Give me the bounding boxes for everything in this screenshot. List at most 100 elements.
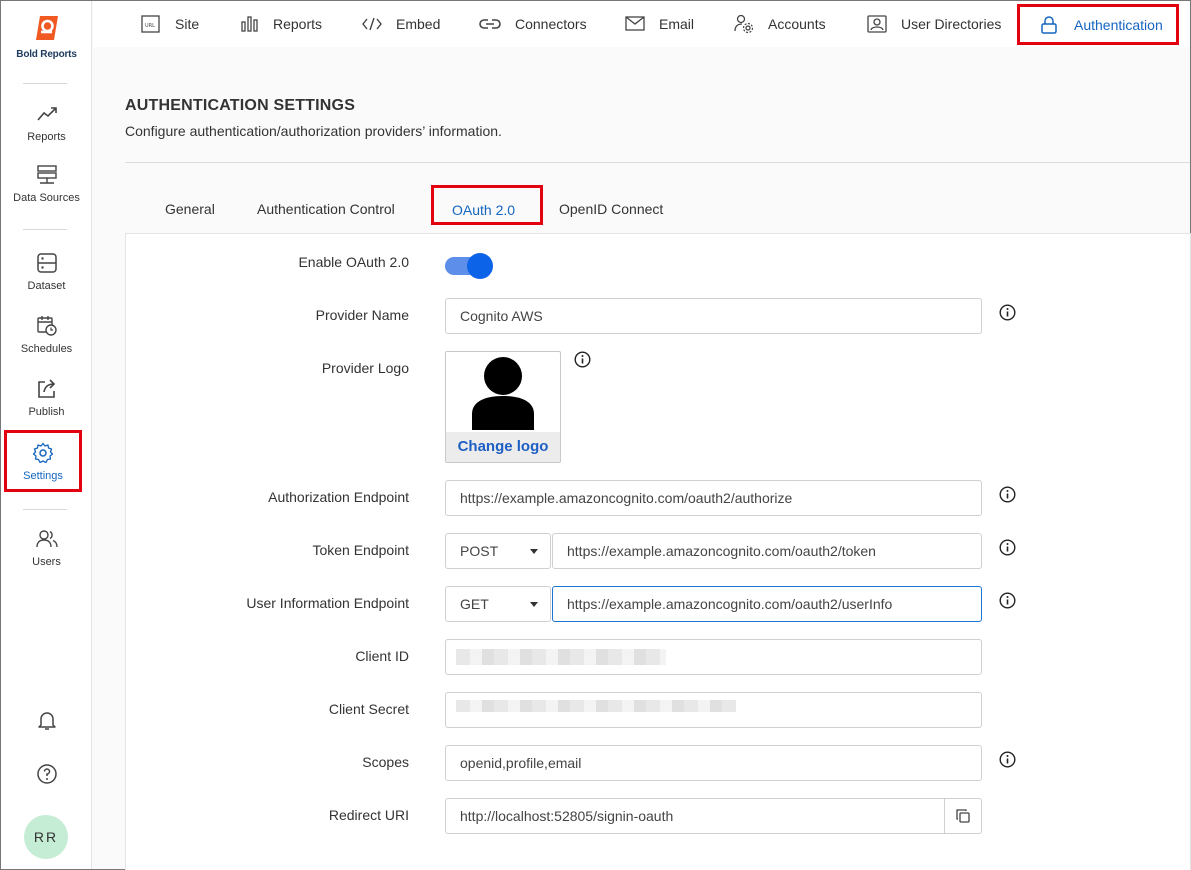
sidebar-item-dataset[interactable]: Dataset: [1, 252, 92, 310]
code-icon: [362, 17, 382, 31]
header-divider: [125, 162, 1190, 163]
change-logo-button[interactable]: Change logo: [446, 432, 560, 462]
bar-chart-icon: [241, 16, 258, 32]
top-nav: URL Site Reports Embed Connectors Email …: [93, 1, 1190, 47]
nav-label: Reports: [273, 16, 323, 32]
notifications-button[interactable]: [1, 709, 92, 733]
sidebar-item-users[interactable]: Users: [1, 528, 92, 586]
nav-label: Connectors: [515, 16, 587, 32]
client-secret-label: Client Secret: [328, 701, 409, 717]
share-icon: [37, 379, 55, 398]
bell-icon: [37, 712, 56, 730]
nav-authentication[interactable]: Authentication: [1017, 4, 1179, 45]
sidebar-divider: [23, 509, 67, 510]
sidebar-divider: [23, 229, 67, 230]
mail-icon: [625, 16, 645, 31]
authorization-endpoint-input[interactable]: https://example.amazoncognito.com/oauth2…: [445, 480, 982, 516]
sidebar-item-label: Schedules: [20, 343, 73, 355]
sidebar-item-schedules[interactable]: Schedules: [1, 315, 92, 373]
page-subtitle: Configure authentication/authorization p…: [125, 123, 502, 139]
svg-text:URL: URL: [145, 23, 155, 29]
scopes-input[interactable]: openid,profile,email: [445, 745, 982, 781]
userinfo-method-select[interactable]: GET: [445, 586, 551, 622]
provider-name-label: Provider Name: [315, 307, 409, 323]
help-icon: [36, 764, 57, 784]
token-method-value: POST: [460, 543, 499, 559]
provider-name-input[interactable]: Cognito AWS: [445, 298, 982, 334]
nav-label: Site: [175, 16, 200, 32]
userinfo-method-value: GET: [460, 596, 489, 612]
trending-up-icon: [36, 107, 57, 121]
tab-authentication-control[interactable]: Authentication Control: [257, 201, 395, 217]
enable-oauth-toggle[interactable]: [445, 253, 495, 279]
users-icon: [35, 530, 58, 548]
brand-name: Bold Reports: [16, 49, 77, 60]
nav-accounts[interactable]: Accounts: [734, 1, 826, 47]
tab-oauth2[interactable]: OAuth 2.0: [431, 185, 543, 225]
nav-connectors[interactable]: Connectors: [479, 1, 587, 47]
nav-label: User Directories: [901, 16, 1002, 32]
redirect-uri-label: Redirect URI: [328, 807, 409, 823]
sidebar-item-label: Users: [32, 556, 61, 568]
sidebar-item-reports[interactable]: Reports: [1, 103, 92, 161]
nav-label: Embed: [396, 16, 441, 32]
brand[interactable]: Bold Reports: [1, 13, 92, 60]
client-id-input[interactable]: [445, 639, 982, 675]
nav-user-directories[interactable]: User Directories: [867, 1, 1001, 47]
sidebar-item-label: Data Sources: [13, 192, 80, 204]
chevron-down-icon: [530, 602, 538, 607]
info-icon[interactable]: [999, 539, 1016, 556]
nav-embed[interactable]: Embed: [362, 1, 440, 47]
copy-button[interactable]: [944, 798, 982, 834]
info-icon[interactable]: [999, 486, 1016, 503]
lock-icon: [1041, 15, 1057, 34]
info-icon[interactable]: [574, 351, 591, 368]
info-icon[interactable]: [999, 751, 1016, 768]
userinfo-endpoint-input[interactable]: https://example.amazoncognito.com/oauth2…: [552, 586, 982, 622]
gear-icon: [32, 442, 54, 464]
sidebar-item-data-sources[interactable]: Data Sources: [1, 164, 92, 222]
sidebar-item-label: Publish: [28, 406, 65, 418]
sidebar-item-settings[interactable]: Settings: [4, 430, 82, 492]
sidebar: Bold Reports Reports Data Sources Datase…: [1, 1, 92, 869]
tab-openid-connect[interactable]: OpenID Connect: [559, 201, 663, 217]
page-title: AUTHENTICATION SETTINGS: [125, 97, 356, 114]
info-icon[interactable]: [999, 304, 1016, 321]
token-method-select[interactable]: POST: [445, 533, 551, 569]
contact-card-icon: [867, 15, 887, 33]
enable-oauth-label: Enable OAuth 2.0: [298, 254, 409, 270]
toggle-knob: [467, 253, 493, 279]
nav-reports[interactable]: Reports: [241, 1, 322, 47]
help-button[interactable]: [1, 763, 92, 787]
sidebar-item-publish[interactable]: Publish: [1, 378, 92, 436]
provider-logo-box: Change logo: [445, 351, 561, 463]
url-icon: URL: [141, 15, 160, 33]
sidebar-item-label: Reports: [27, 131, 66, 143]
token-endpoint-label: Token Endpoint: [312, 542, 409, 558]
client-id-label: Client ID: [355, 648, 409, 664]
avatar[interactable]: RR: [24, 815, 68, 859]
nav-site[interactable]: URL Site: [141, 1, 199, 47]
nav-label: Authentication: [1074, 16, 1163, 33]
chevron-down-icon: [530, 549, 538, 554]
calendar-clock-icon: [36, 316, 57, 336]
user-silhouette-icon: [472, 357, 534, 430]
provider-logo-label: Provider Logo: [321, 360, 409, 376]
scopes-label: Scopes: [362, 754, 409, 770]
sidebar-item-label: Dataset: [27, 280, 66, 292]
link-icon: [479, 19, 501, 29]
nav-label: Email: [659, 16, 695, 32]
client-secret-input[interactable]: [445, 692, 982, 728]
bold-reports-logo-icon: [35, 16, 58, 40]
nav-label: Accounts: [768, 16, 826, 32]
info-icon[interactable]: [999, 592, 1016, 609]
token-endpoint-input[interactable]: https://example.amazoncognito.com/oauth2…: [552, 533, 982, 569]
redacted-value: [456, 700, 736, 712]
redirect-uri-input[interactable]: http://localhost:52805/signin-oauth: [445, 798, 945, 834]
server-icon: [36, 165, 57, 184]
sidebar-item-label: Settings: [23, 470, 63, 482]
tab-general[interactable]: General: [165, 201, 215, 217]
copy-icon: [956, 809, 970, 823]
userinfo-endpoint-label: User Information Endpoint: [246, 595, 409, 611]
nav-email[interactable]: Email: [625, 1, 694, 47]
